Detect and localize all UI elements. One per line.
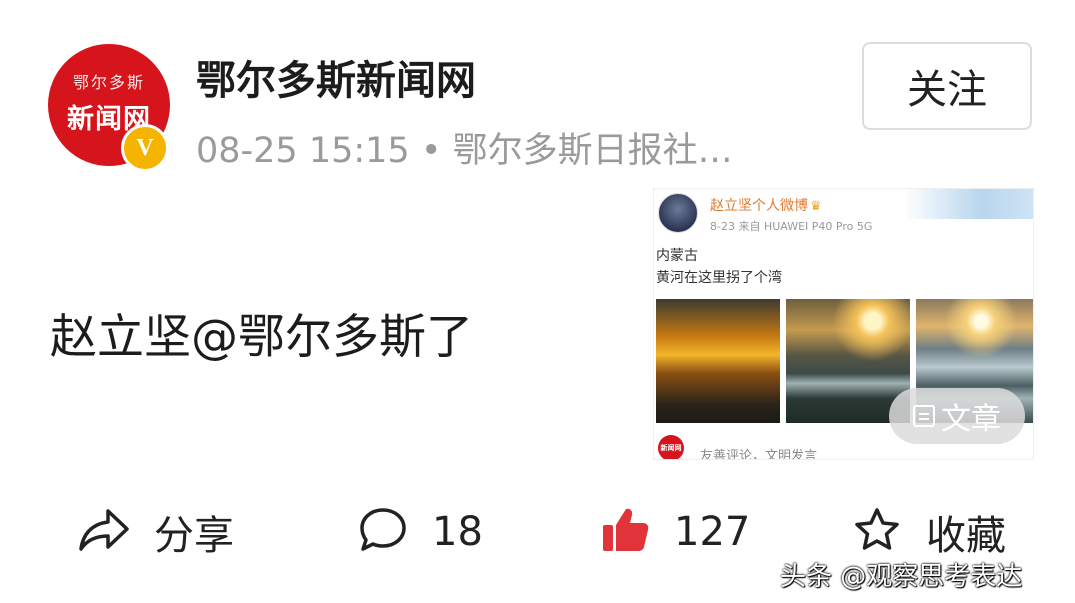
- favorite-label: 收藏: [926, 513, 1006, 559]
- post-meta: 08-25 15:15 • 鄂尔多斯日报社…: [196, 131, 733, 171]
- comment-icon: [358, 506, 408, 558]
- watermark: 头条 @观察思考表达: [780, 562, 1023, 592]
- like-button[interactable]: 127: [600, 500, 750, 564]
- article-badge[interactable]: 文章: [889, 388, 1025, 444]
- sunset-photo-1: [656, 299, 780, 423]
- thumbnail-logo: 新闻网: [658, 435, 684, 459]
- header-decoration: [903, 189, 1033, 219]
- thumbnail-author-name: 赵立坚个人微博 ♛: [710, 195, 822, 215]
- comment-count: 18: [432, 509, 483, 555]
- thumbnail-author-text: 赵立坚个人微博: [710, 198, 808, 214]
- article-badge-label: 文章: [941, 402, 1001, 437]
- thumbnail-author-avatar: [658, 193, 698, 233]
- avatar-top-text: 鄂尔多斯: [72, 72, 145, 92]
- crown-icon: ♛: [810, 199, 822, 214]
- like-count: 127: [674, 509, 751, 555]
- share-button[interactable]: 分享: [78, 500, 234, 564]
- document-icon: [913, 405, 935, 427]
- verified-icon: V: [121, 124, 169, 172]
- share-label: 分享: [154, 513, 234, 559]
- star-icon: [852, 506, 902, 558]
- thumbnail-comment-placeholder: 友善评论，文明发言: [700, 449, 818, 460]
- account-name[interactable]: 鄂尔多斯新闻网: [196, 48, 476, 106]
- favorite-button[interactable]: 收藏: [852, 500, 1006, 564]
- thumbnail-text-line2: 黄河在这里拐了个湾: [656, 270, 782, 286]
- thumbnail-text-line1: 内蒙古: [656, 248, 698, 264]
- post-text[interactable]: 赵立坚@鄂尔多斯了: [50, 298, 473, 367]
- comment-button[interactable]: 18: [358, 500, 483, 564]
- thumbs-up-icon: [600, 505, 650, 559]
- thumbnail-meta: 8-23 来自 HUAWEI P40 Pro 5G: [710, 220, 873, 233]
- share-icon: [78, 507, 130, 557]
- follow-button[interactable]: 关注: [862, 42, 1032, 130]
